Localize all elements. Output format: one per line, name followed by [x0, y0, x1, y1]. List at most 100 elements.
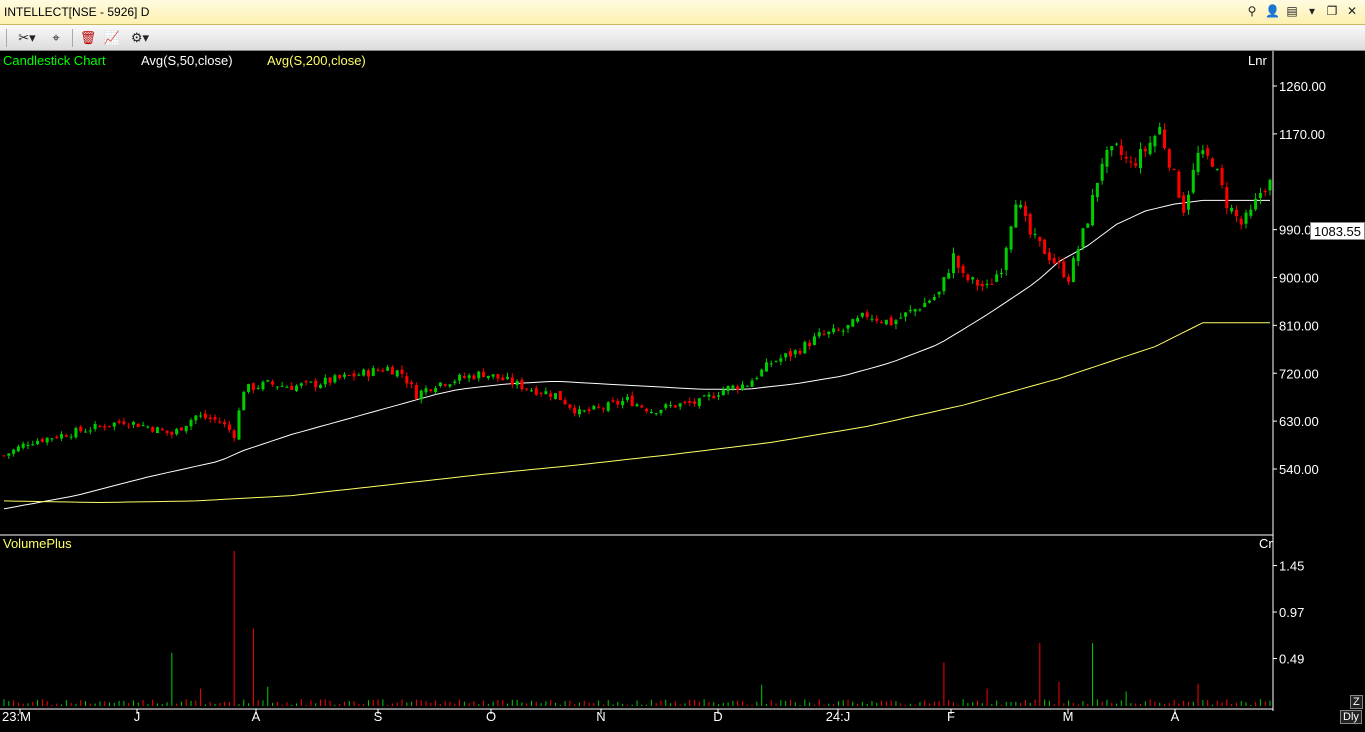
candle: [213, 414, 217, 424]
candle: [923, 297, 927, 308]
candle: [165, 430, 169, 436]
restore-icon[interactable]: ❐: [1325, 3, 1339, 19]
chart-area[interactable]: 1260.00 1170.00 990.00 900.00 810.00 720.00 63…: [0, 51, 1365, 727]
candle: [654, 412, 658, 416]
print-icon[interactable]: ▤: [1285, 3, 1299, 19]
candle: [1191, 163, 1195, 195]
candle: [88, 427, 92, 435]
candle: [1206, 144, 1210, 160]
candle: [1215, 168, 1219, 171]
candle: [50, 437, 54, 442]
candle: [1258, 187, 1262, 205]
volume-bars: [3, 551, 1271, 706]
candle: [31, 440, 35, 446]
search-icon[interactable]: ⚲: [1245, 3, 1259, 19]
candle: [520, 377, 524, 392]
candle: [980, 280, 984, 292]
toolbar-separator: [6, 29, 7, 47]
candle: [822, 329, 826, 336]
candle: [491, 374, 495, 379]
chart-svg[interactable]: 1260.001170.00990.00900.00810.00720.0063…: [0, 51, 1365, 727]
x-tick-label: N: [596, 709, 605, 724]
candle: [774, 360, 778, 363]
delete-icon[interactable]: 🗑: [78, 28, 98, 48]
candle: [1047, 247, 1051, 265]
candle: [908, 305, 912, 314]
scale-label[interactable]: Lnr: [1248, 53, 1267, 68]
chart-toolbar: ✂▾ ⌖ 🗑 📈 ⚙▾: [0, 25, 1365, 51]
candle: [1196, 145, 1200, 176]
candle: [702, 394, 706, 397]
candle: [486, 375, 490, 381]
dropdown-icon[interactable]: ▾: [1305, 3, 1319, 19]
close-icon[interactable]: ✕: [1345, 3, 1359, 19]
candle: [539, 391, 543, 397]
candle: [458, 373, 462, 384]
candle: [587, 406, 591, 415]
candle: [745, 385, 749, 387]
cursor-tools-icon[interactable]: ⌖: [46, 28, 66, 48]
candle: [784, 352, 788, 361]
candle: [1105, 146, 1109, 174]
draw-tools-icon[interactable]: ✂▾: [12, 28, 42, 48]
volume-tick-label: 1.45: [1279, 559, 1304, 574]
candle: [1143, 146, 1147, 158]
candle: [131, 420, 135, 429]
candle: [1234, 205, 1238, 223]
candle: [16, 444, 20, 453]
candle: [1081, 227, 1085, 251]
candle: [971, 276, 975, 284]
candle: [127, 422, 131, 429]
candle: [779, 354, 783, 366]
candle: [659, 409, 663, 416]
candle: [1249, 204, 1253, 219]
settings-icon[interactable]: ⚙▾: [126, 28, 154, 48]
window-titlebar: INTELLECT[NSE - 5926] D ⚲ 👤 ▤ ▾ ❐ ✕: [0, 0, 1365, 25]
candle: [227, 421, 231, 433]
x-tick-label: 24:J: [826, 709, 851, 724]
candle: [1172, 168, 1176, 171]
candle: [568, 404, 572, 410]
candle: [1115, 142, 1119, 147]
candle: [808, 339, 812, 350]
candle: [247, 383, 251, 394]
candle: [108, 425, 111, 428]
candle: [563, 397, 567, 405]
candle: [405, 372, 409, 388]
candle: [74, 426, 78, 440]
avg50-line: [3, 199, 1270, 510]
user-icon[interactable]: 👤: [1265, 3, 1280, 19]
candle: [880, 320, 884, 324]
candle: [1091, 188, 1095, 227]
candle: [721, 386, 725, 396]
candle: [937, 291, 941, 298]
indicator-icon[interactable]: 📈: [102, 28, 122, 48]
candle: [170, 430, 174, 439]
candle: [390, 365, 394, 375]
candle: [12, 448, 16, 457]
candle: [467, 373, 471, 383]
candle: [424, 385, 428, 396]
candle: [693, 398, 697, 407]
candle: [769, 360, 773, 368]
candle: [961, 263, 965, 278]
candle: [1163, 123, 1166, 151]
candle: [601, 407, 605, 413]
candle: [1028, 212, 1032, 239]
candle: [194, 415, 198, 425]
candle: [223, 419, 227, 428]
candle: [530, 388, 533, 392]
candle: [414, 382, 418, 400]
candle: [793, 349, 797, 358]
candle: [1038, 236, 1042, 247]
zoom-button[interactable]: Z: [1350, 695, 1363, 709]
candle: [990, 278, 994, 285]
x-tick-label: A: [252, 709, 261, 724]
candle: [673, 404, 677, 408]
period-button[interactable]: Dly: [1340, 710, 1362, 724]
candle: [956, 255, 960, 274]
candle: [1095, 182, 1099, 202]
candle: [55, 434, 59, 440]
candle: [2, 455, 6, 457]
candle: [453, 379, 457, 386]
